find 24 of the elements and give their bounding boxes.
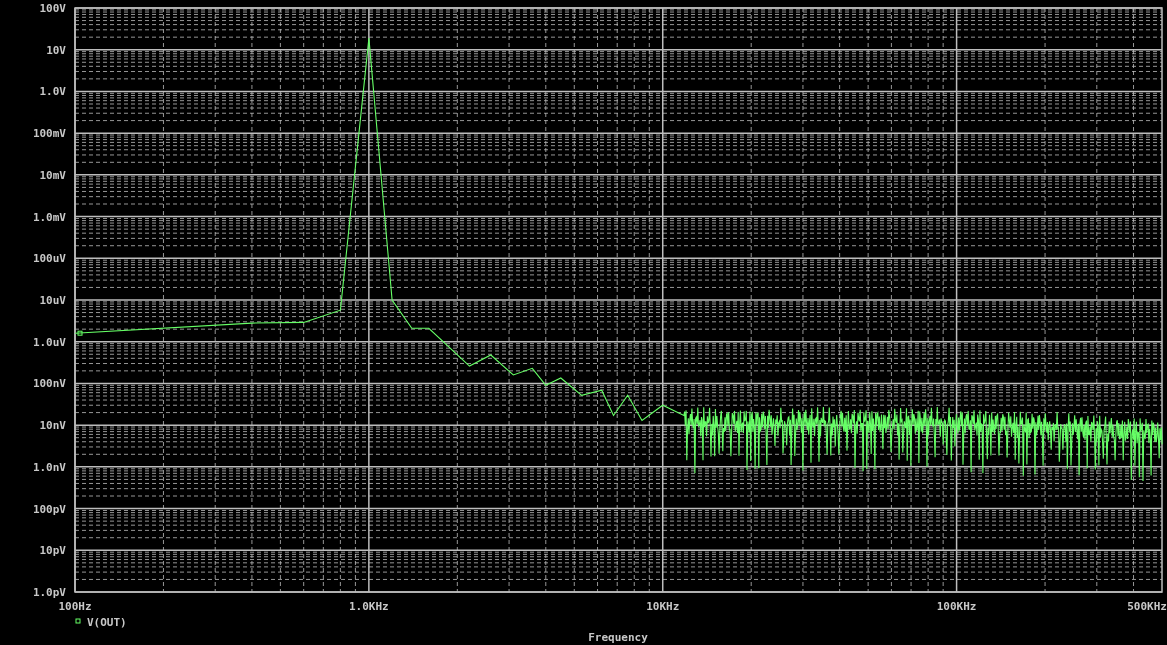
point-marker-icon [77,330,83,336]
axis-tick-label: 100pV [32,502,66,516]
axis-title: Frequency [588,631,648,644]
axis-tick-label: 100KHz [936,600,977,613]
axis-tick-label: 10V [46,43,66,57]
axis-tick-label: 10uV [39,294,66,307]
axis-tick-label: 100Hz [58,600,92,613]
axis-tick-label: 500KHz [1127,600,1167,613]
legend-marker-icon [75,618,81,624]
axis-tick-label: 10KHz [646,600,680,613]
axis-tick-label: 1.0nV [32,460,66,474]
axis-tick-label: 1.0mV [32,210,66,224]
axis-tick-label: 10pV [39,544,66,558]
axis-tick-label: 1.0uV [32,335,66,349]
axis-tick-label: 1.0KHz [349,600,389,613]
axis-tick-label: 1.0pV [32,586,66,599]
axis-tick-label: 100nV [32,377,66,391]
axis-tick-label: 100uV [32,252,66,266]
axis-tick-label: 10nV [39,419,66,433]
axis-tick-label: 100mV [32,127,66,141]
axis-tick-label: 10mV [39,168,66,182]
axis-tick-label: 100V [39,2,66,15]
legend-label: V(OUT) [87,616,127,629]
axis-tick-label: 1.0V [39,85,66,99]
